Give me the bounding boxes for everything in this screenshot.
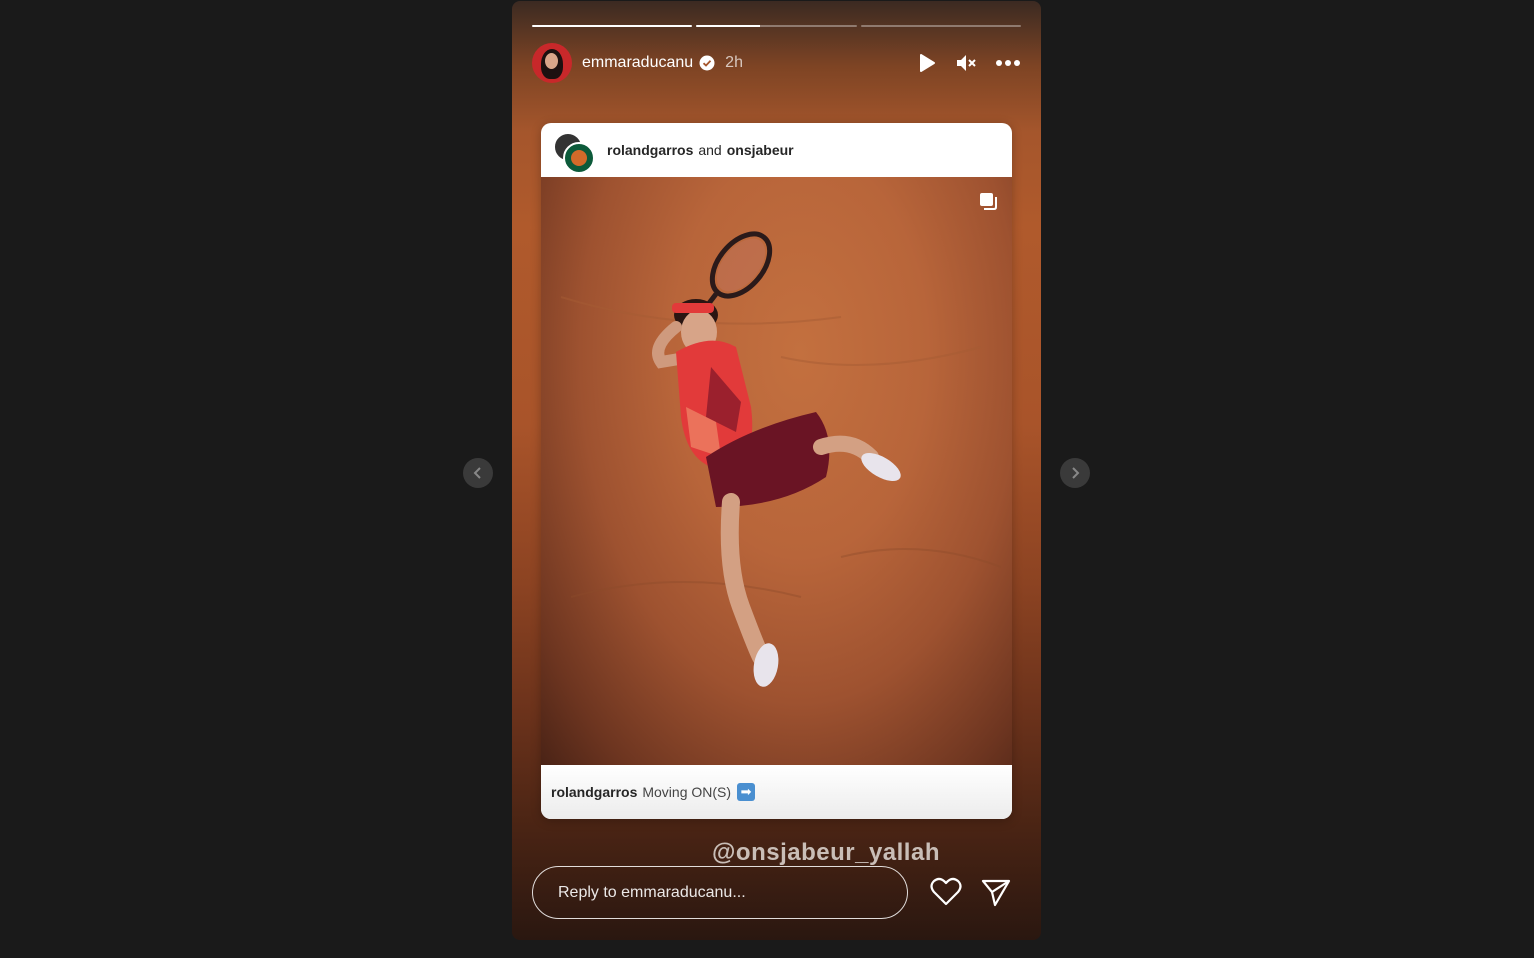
post-author-conjunction: and	[698, 142, 722, 158]
previous-story-button[interactable]	[463, 458, 493, 488]
post-photo[interactable]	[541, 177, 1012, 765]
arrow-right-icon: ➡	[737, 783, 756, 801]
reply-box[interactable]	[532, 866, 908, 919]
mute-icon[interactable]	[955, 53, 977, 73]
story-progress	[532, 25, 1021, 27]
progress-segment	[696, 25, 857, 27]
mention-sticker[interactable]: @onsjabeur_yallah	[712, 839, 940, 867]
next-story-button[interactable]	[1060, 458, 1090, 488]
carousel-icon	[980, 193, 997, 210]
progress-segment	[532, 25, 693, 27]
post-author-2[interactable]: onsjabeur	[727, 142, 794, 158]
username[interactable]: emmaraducanu	[582, 54, 693, 72]
avatar[interactable]	[532, 43, 572, 83]
chevron-right-icon	[1072, 467, 1080, 479]
caption-text: Moving ON(S)	[642, 784, 732, 800]
shared-post-card[interactable]: rolandgarros and onsjabeur rolandgarros …	[541, 123, 1012, 819]
post-author-1[interactable]: rolandgarros	[607, 142, 693, 158]
story-header: emmaraducanu 2h	[532, 43, 1021, 83]
post-header: rolandgarros and onsjabeur	[541, 123, 1012, 177]
send-icon[interactable]	[981, 877, 1011, 907]
post-time: 2h	[725, 54, 743, 71]
verified-badge-icon	[699, 55, 715, 71]
play-icon[interactable]	[917, 53, 937, 73]
chevron-left-icon	[473, 467, 481, 479]
heart-icon[interactable]	[930, 877, 962, 907]
collab-avatars	[553, 128, 595, 174]
tennis-player-illustration	[560, 231, 1002, 687]
reply-input[interactable]	[533, 867, 907, 918]
progress-segment	[860, 25, 1021, 27]
more-icon[interactable]	[995, 59, 1021, 67]
caption-username[interactable]: rolandgarros	[551, 784, 637, 800]
story-viewer[interactable]: emmaraducanu 2h rolandgarros and onsjabe…	[512, 1, 1041, 940]
post-caption: rolandgarros Moving ON(S) ➡	[541, 765, 1012, 819]
